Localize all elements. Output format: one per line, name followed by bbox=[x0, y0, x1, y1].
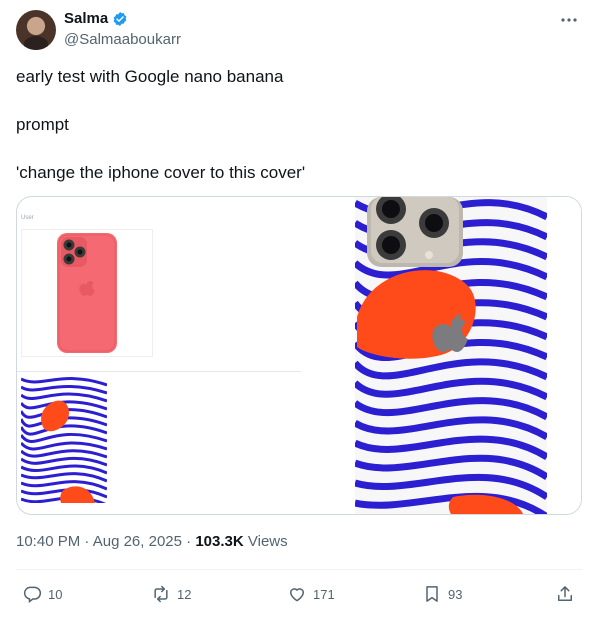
panel-divider bbox=[17, 371, 301, 372]
media-user-label: User bbox=[21, 215, 34, 221]
author-name[interactable]: Salma bbox=[64, 10, 108, 27]
repost-button[interactable]: 12 bbox=[151, 582, 191, 606]
reply-count: 10 bbox=[48, 586, 63, 602]
tweet-text-line: 'change the iphone cover to this cover' bbox=[16, 163, 306, 182]
meta-separator: · bbox=[186, 533, 196, 550]
tweet-media[interactable]: User bbox=[16, 196, 582, 515]
verified-badge-icon bbox=[113, 11, 127, 26]
wavy-pattern-cover-image bbox=[21, 375, 107, 503]
tweet-text-line: prompt bbox=[16, 115, 69, 134]
share-button[interactable] bbox=[555, 582, 575, 606]
bookmark-button[interactable]: 93 bbox=[422, 582, 462, 606]
generated-iphone-cover-image bbox=[301, 197, 581, 514]
bookmark-count: 93 bbox=[448, 586, 463, 602]
views-count: 103.3K bbox=[195, 533, 244, 550]
like-button[interactable]: 171 bbox=[287, 582, 335, 606]
reply-button[interactable]: 10 bbox=[22, 582, 62, 606]
more-icon bbox=[561, 18, 577, 22]
tweet-text-line: early test with Google nano banana bbox=[16, 67, 284, 86]
pink-iphone-case-image bbox=[21, 229, 153, 357]
action-bar-divider bbox=[16, 569, 582, 570]
tweet-date[interactable]: Aug 26, 2025 bbox=[93, 533, 182, 550]
more-options-button[interactable] bbox=[559, 10, 579, 30]
repost-icon bbox=[154, 585, 168, 603]
output-image-panel bbox=[301, 197, 581, 514]
views-label: Views bbox=[247, 533, 288, 550]
tweet-meta: 10:40 PM · Aug 26, 2025 · 103.3K Views bbox=[16, 533, 288, 550]
like-icon bbox=[290, 588, 304, 602]
like-count: 171 bbox=[313, 586, 335, 602]
tweet-action-bar: 10 12 171 93 bbox=[0, 582, 595, 606]
reply-icon bbox=[23, 586, 42, 603]
meta-separator: · bbox=[84, 533, 93, 550]
author-name-row: Salma bbox=[64, 10, 128, 27]
share-icon bbox=[558, 586, 572, 601]
bookmark-icon bbox=[426, 586, 438, 602]
tweet-time[interactable]: 10:40 PM bbox=[16, 533, 80, 550]
author-avatar[interactable] bbox=[16, 10, 56, 50]
repost-count: 12 bbox=[177, 586, 192, 602]
input-images-panel: User bbox=[17, 197, 301, 514]
author-handle[interactable]: @Salmaaboukarr bbox=[64, 31, 181, 48]
